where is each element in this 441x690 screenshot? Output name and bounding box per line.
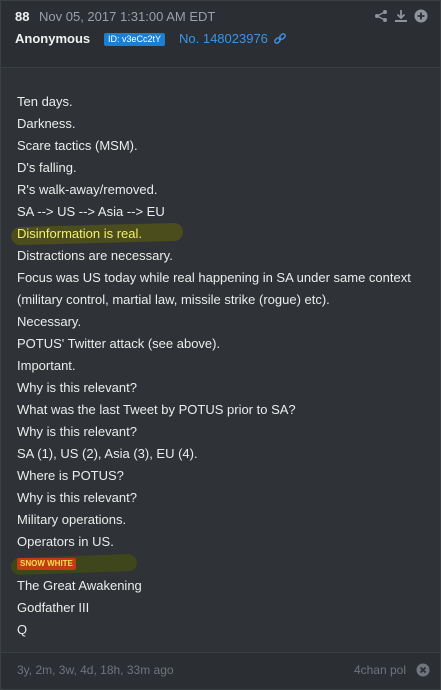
post-line: Ten days. xyxy=(17,94,73,109)
add-icon[interactable] xyxy=(414,9,428,23)
post-line: POTUS' Twitter attack (see above). xyxy=(17,336,221,351)
snow-white-badge: SNOW WHITE xyxy=(17,558,76,570)
highlighted-text: Disinformation is real. xyxy=(17,226,142,241)
post-line: Why is this relevant? xyxy=(17,380,137,395)
post-line: Distractions are necessary. xyxy=(17,248,173,263)
post-line: Godfather III xyxy=(17,600,90,615)
header-actions xyxy=(374,9,428,23)
post-line: R's walk-away/removed. xyxy=(17,182,158,197)
post-line: Why is this relevant? xyxy=(17,490,137,505)
user-id-badge[interactable]: ID: v3eCc2tY xyxy=(104,33,166,46)
post-line: Scare tactics (MSM). xyxy=(17,138,138,153)
source-label[interactable]: 4chan pol xyxy=(354,663,406,677)
post-line: Necessary. xyxy=(17,314,82,329)
snow-white-row: SNOW WHITE xyxy=(10,553,430,576)
post-line: Where is POTUS? xyxy=(17,468,124,483)
close-icon[interactable] xyxy=(416,663,430,677)
post-line: SA (1), US (2), Asia (3), EU (4). xyxy=(17,446,198,461)
post-number-link[interactable]: No. 148023976 xyxy=(179,31,268,46)
post-line: Operators in US. xyxy=(17,534,114,549)
post-header: 88 Nov 05, 2017 1:31:00 AM EDT Anonymous… xyxy=(1,1,440,68)
post-body: Ten days. Darkness. Scare tactics (MSM).… xyxy=(10,91,430,641)
post-line: Q xyxy=(17,622,28,637)
post-author: Anonymous xyxy=(15,31,91,46)
time-ago: 3y, 2m, 3w, 4d, 18h, 33m ago xyxy=(17,663,174,677)
post-line: The Great Awakening xyxy=(17,578,142,593)
post-footer: 3y, 2m, 3w, 4d, 18h, 33m ago 4chan pol xyxy=(1,652,440,689)
post-line: Why is this relevant? xyxy=(17,424,137,439)
post-card: 88 Nov 05, 2017 1:31:00 AM EDT Anonymous… xyxy=(0,0,441,690)
highlighted-line: Disinformation is real. xyxy=(10,222,430,246)
post-line: Important. xyxy=(17,358,76,373)
post-line: Military operations. xyxy=(17,512,127,527)
share-icon[interactable] xyxy=(374,9,388,23)
post-line: D's falling. xyxy=(17,160,77,175)
post-date: Nov 05, 2017 1:31:00 AM EDT xyxy=(39,9,216,24)
post-line: SA --> US --> Asia --> EU xyxy=(17,204,165,219)
post-line: (military control, martial law, missile … xyxy=(17,292,330,307)
post-line: Focus was US today while real happening … xyxy=(17,270,411,285)
post-number: 88 xyxy=(15,9,30,24)
link-icon[interactable] xyxy=(273,32,287,46)
download-icon[interactable] xyxy=(394,9,408,23)
post-line: Darkness. xyxy=(17,116,76,131)
post-line: What was the last Tweet by POTUS prior t… xyxy=(17,402,296,417)
